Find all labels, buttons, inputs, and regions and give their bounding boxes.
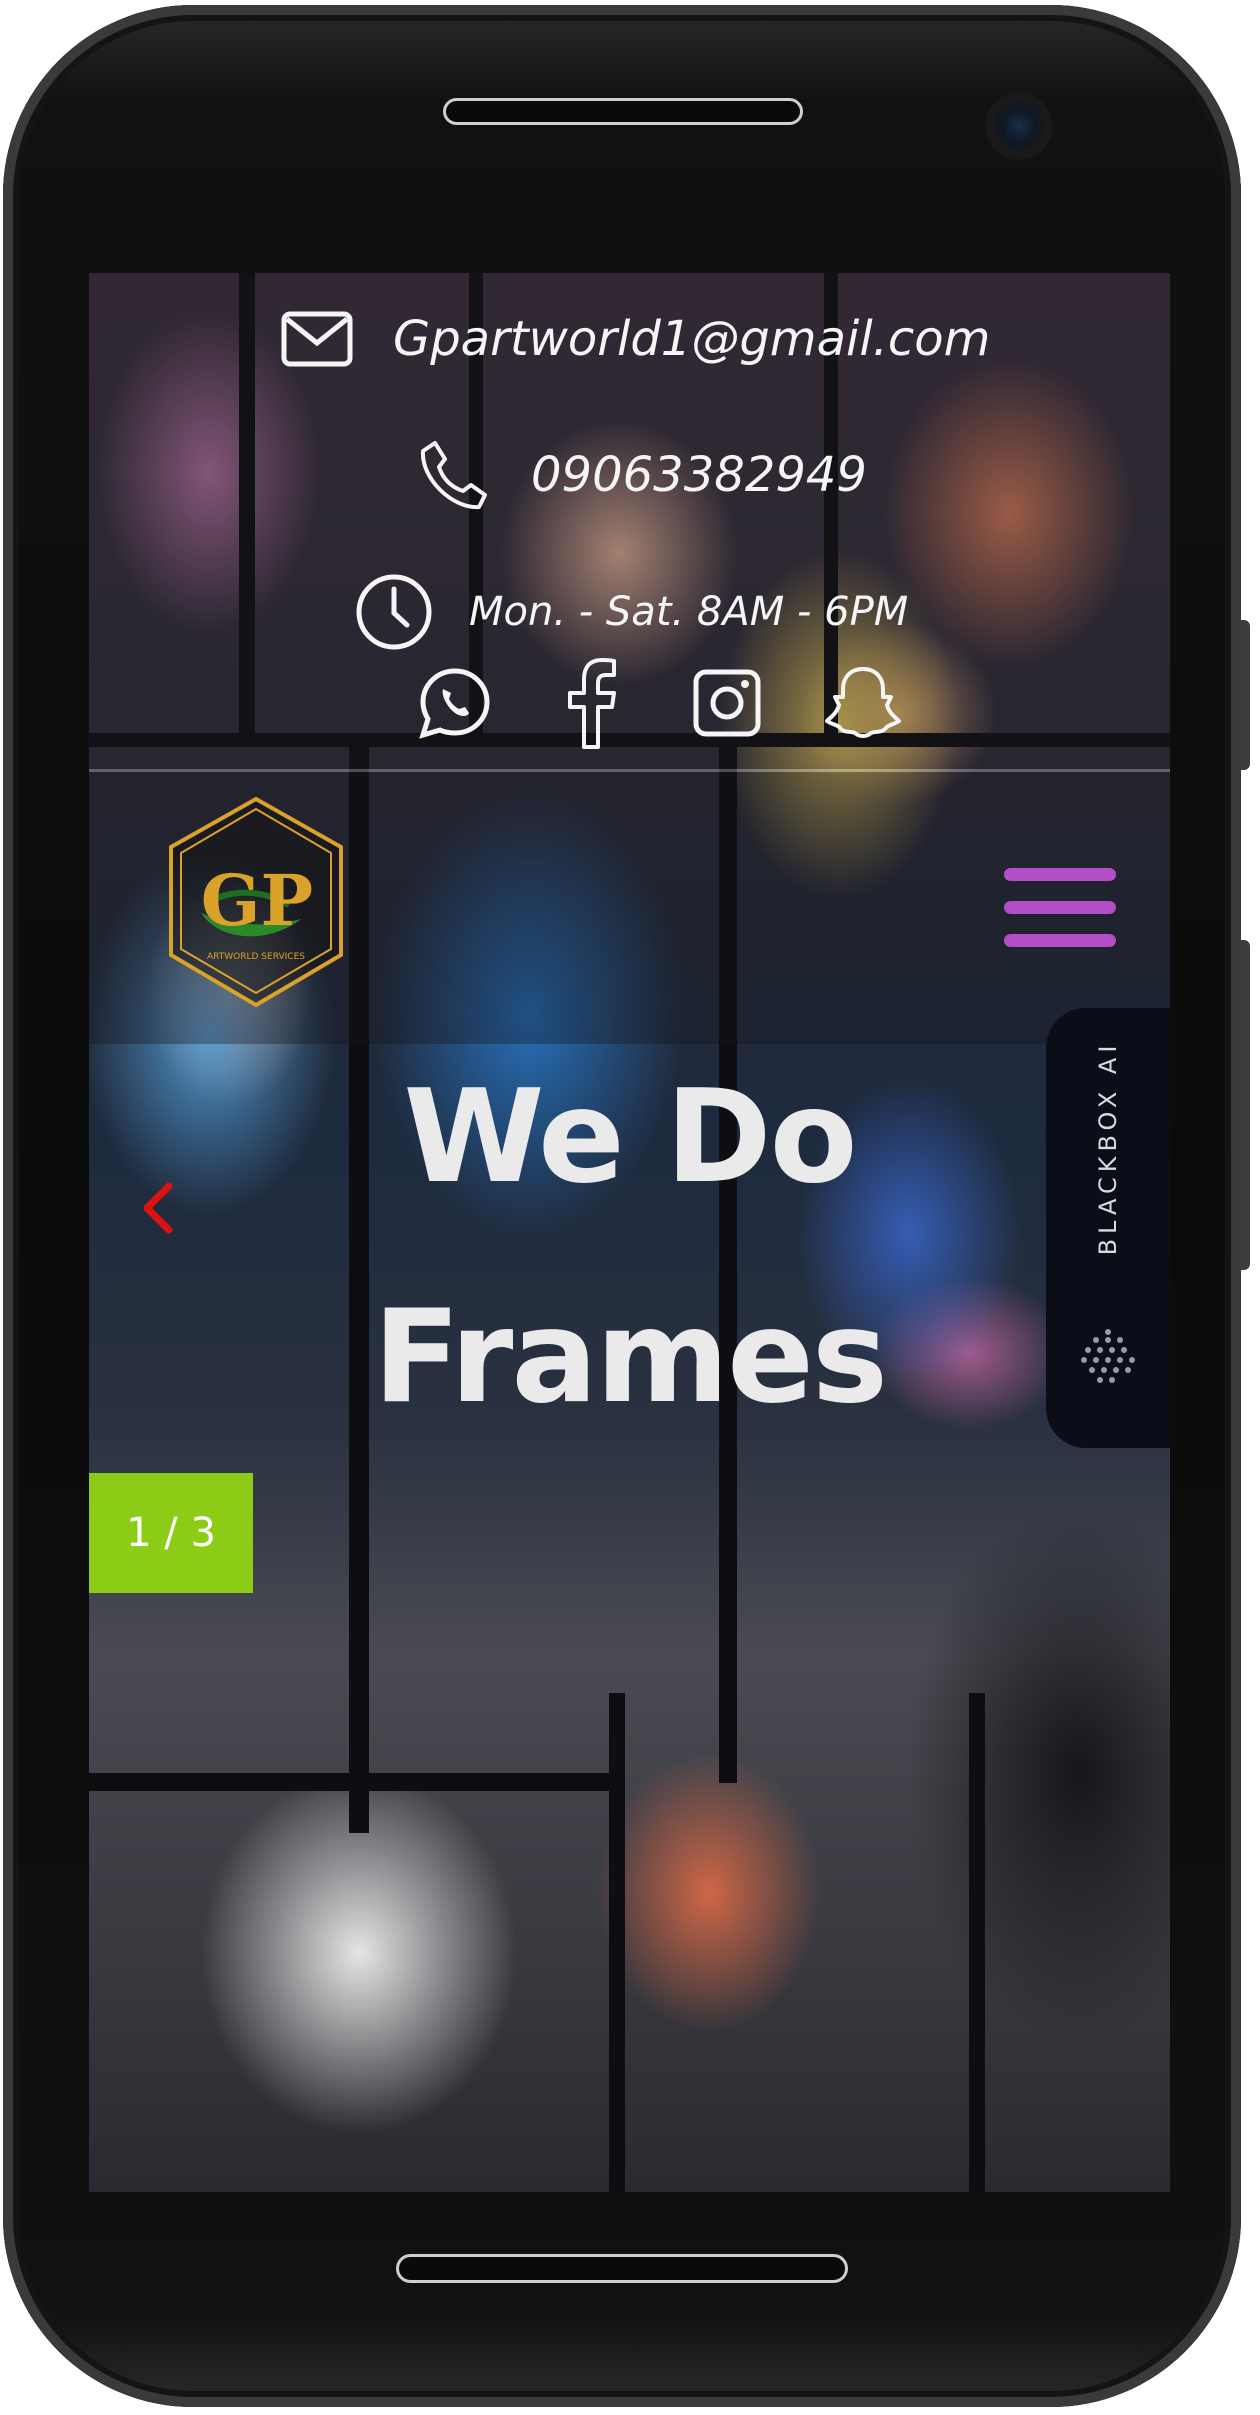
- slide-counter: 1 / 3: [89, 1473, 253, 1593]
- phone-number-link[interactable]: 09063382949: [531, 447, 867, 503]
- blackbox-ai-label: BLACKBOX AI: [1094, 1040, 1122, 1256]
- svg-text:GP: GP: [201, 859, 313, 942]
- phone-icon: [420, 441, 487, 510]
- phone-earpiece-speaker: [443, 98, 803, 125]
- envelope-icon: [281, 311, 353, 367]
- photo-frame-edge: [969, 1693, 985, 2192]
- facebook-icon[interactable]: [523, 658, 659, 749]
- menu-bar: [1004, 901, 1116, 914]
- hours-row: Mon. - Sat. 8AM - 6PM: [355, 573, 908, 651]
- website-screen[interactable]: Gpartworld1@gmail.com 09063382949 Mon. -…: [89, 273, 1170, 2192]
- slider-prev-button[interactable]: [137, 1178, 177, 1238]
- menu-bar: [1004, 868, 1116, 881]
- menu-button[interactable]: [1004, 868, 1116, 948]
- social-links: [387, 658, 931, 749]
- email-link[interactable]: Gpartworld1@gmail.com: [393, 311, 990, 367]
- photo-frame-edge: [89, 1773, 609, 1791]
- phone-bottom-speaker: [396, 2254, 848, 2283]
- blackbox-dots-icon: [1081, 1329, 1135, 1383]
- chevron-left-icon: [143, 1182, 173, 1234]
- snapchat-icon[interactable]: [795, 661, 931, 745]
- phone-row[interactable]: 09063382949: [417, 439, 867, 511]
- clock-icon: [356, 574, 432, 650]
- phone-front-camera: [985, 92, 1053, 160]
- hero-heading: We Do Frames: [89, 1028, 1170, 1468]
- whatsapp-icon[interactable]: [387, 661, 523, 745]
- hero-heading-line-1: We Do: [403, 1063, 857, 1212]
- instagram-icon[interactable]: [659, 661, 795, 745]
- brand-logo[interactable]: GP ARTWORLD SERVICES: [161, 793, 351, 1013]
- phone-power-button: [1240, 940, 1250, 1270]
- menu-bar: [1004, 934, 1116, 947]
- blackbox-ai-tab[interactable]: BLACKBOX AI: [1046, 1008, 1170, 1448]
- phone-volume-button: [1240, 620, 1250, 770]
- hero-heading-line-2: Frames: [372, 1283, 888, 1432]
- photo-frame-edge: [609, 1693, 625, 2192]
- svg-text:ARTWORLD SERVICES: ARTWORLD SERVICES: [207, 952, 305, 962]
- email-row[interactable]: Gpartworld1@gmail.com: [281, 311, 990, 367]
- opening-hours: Mon. - Sat. 8AM - 6PM: [469, 589, 909, 635]
